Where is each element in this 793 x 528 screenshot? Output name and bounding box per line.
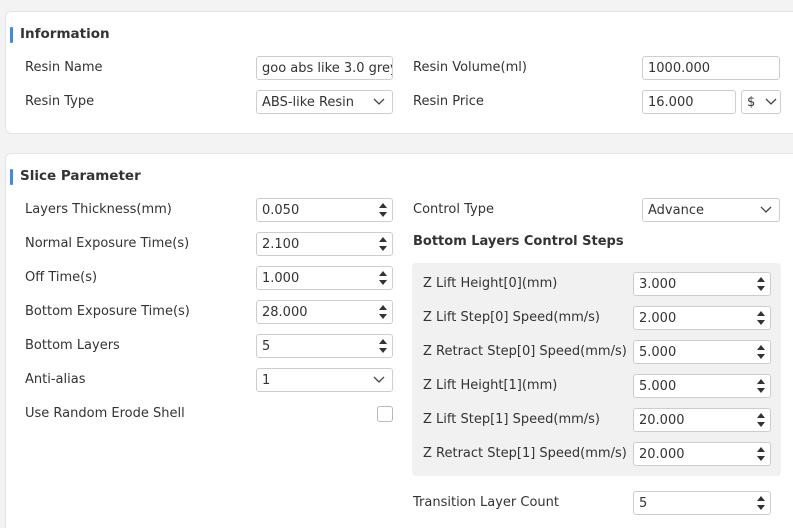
- slice-parameter-title: Slice Parameter: [10, 168, 141, 185]
- spin-arrows-icon[interactable]: [754, 409, 768, 431]
- bottom-layers-value: 5: [262, 338, 271, 354]
- resin-type-label: Resin Type: [25, 94, 95, 109]
- bottom-exposure-value: 28.000: [262, 304, 308, 320]
- step-spinbox[interactable]: 5.000: [633, 340, 771, 364]
- chevron-down-icon: [369, 369, 389, 391]
- normal-exposure-spinbox[interactable]: 2.100: [256, 232, 393, 256]
- anti-alias-label: Anti-alias: [25, 372, 86, 387]
- resin-volume-input[interactable]: 1000.000: [642, 56, 780, 80]
- anti-alias-select[interactable]: 1: [256, 368, 393, 392]
- spin-arrows-icon[interactable]: [754, 443, 768, 465]
- bottom-exposure-label: Bottom Exposure Time(s): [25, 304, 190, 319]
- resin-volume-label: Resin Volume(ml): [413, 60, 527, 75]
- control-type-label: Control Type: [413, 202, 494, 217]
- step-label: Z Retract Step[0] Speed(mm/s): [423, 344, 627, 359]
- step-value: 20.000: [639, 412, 685, 428]
- spin-arrows-icon[interactable]: [376, 301, 390, 323]
- spin-arrows-icon[interactable]: [376, 233, 390, 255]
- step-spinbox[interactable]: 2.000: [633, 306, 771, 330]
- step-label: Z Lift Height[0](mm): [423, 276, 558, 291]
- transition-layer-label: Transition Layer Count: [413, 495, 559, 510]
- step-label: Z Lift Height[1](mm): [423, 378, 558, 393]
- step-value: 5.000: [639, 344, 677, 360]
- spin-arrows-icon[interactable]: [754, 307, 768, 329]
- resin-volume-value: 1000.000: [648, 60, 711, 76]
- off-time-label: Off Time(s): [25, 270, 98, 285]
- chevron-down-icon: [764, 91, 778, 113]
- step-spinbox[interactable]: 3.000: [633, 272, 771, 296]
- normal-exposure-value: 2.100: [262, 236, 300, 252]
- spin-arrows-icon[interactable]: [376, 199, 390, 221]
- layers-thickness-label: Layers Thickness(mm): [25, 202, 172, 217]
- bottom-steps-title: Bottom Layers Control Steps: [413, 234, 624, 249]
- step-value: 20.000: [639, 446, 685, 462]
- bottom-layers-spinbox[interactable]: 5: [256, 334, 393, 358]
- step-value: 2.000: [639, 310, 677, 326]
- spin-arrows-icon[interactable]: [754, 273, 768, 295]
- resin-price-value: 16.000: [648, 94, 694, 110]
- chevron-down-icon: [756, 199, 776, 221]
- currency-value: $: [747, 94, 756, 110]
- resin-price-input[interactable]: 16.000: [642, 90, 736, 114]
- bottom-exposure-spinbox[interactable]: 28.000: [256, 300, 393, 324]
- transition-layer-spinbox[interactable]: 5: [633, 491, 771, 515]
- step-label: Z Lift Step[1] Speed(mm/s): [423, 412, 600, 427]
- step-spinbox[interactable]: 5.000: [633, 374, 771, 398]
- bottom-layers-label: Bottom Layers: [25, 338, 120, 353]
- step-spinbox[interactable]: 20.000: [633, 408, 771, 432]
- resin-price-label: Resin Price: [413, 94, 484, 109]
- step-label: Z Lift Step[0] Speed(mm/s): [423, 310, 600, 325]
- chevron-down-icon: [369, 91, 389, 113]
- currency-select[interactable]: $: [741, 90, 781, 114]
- step-value: 3.000: [639, 276, 677, 292]
- random-erode-label: Use Random Erode Shell: [25, 406, 185, 421]
- control-type-select[interactable]: Advance: [642, 198, 780, 222]
- step-label: Z Retract Step[1] Speed(mm/s): [423, 446, 627, 461]
- resin-name-label: Resin Name: [25, 60, 103, 75]
- anti-alias-value: 1: [262, 372, 271, 388]
- resin-type-value: ABS-like Resin: [262, 94, 355, 110]
- resin-type-select[interactable]: ABS-like Resin: [256, 90, 393, 114]
- spin-arrows-icon[interactable]: [754, 341, 768, 363]
- resin-name-input[interactable]: goo abs like 3.0 grey: [256, 56, 393, 80]
- information-title: Information: [10, 26, 110, 43]
- control-type-value: Advance: [648, 202, 704, 218]
- spin-arrows-icon[interactable]: [754, 492, 768, 514]
- step-value: 5.000: [639, 378, 677, 394]
- step-spinbox[interactable]: 20.000: [633, 442, 771, 466]
- resin-name-value: goo abs like 3.0 grey: [262, 60, 392, 76]
- spin-arrows-icon[interactable]: [376, 335, 390, 357]
- transition-layer-value: 5: [639, 495, 648, 511]
- spin-arrows-icon[interactable]: [376, 267, 390, 289]
- normal-exposure-label: Normal Exposure Time(s): [25, 236, 190, 251]
- layers-thickness-value: 0.050: [262, 202, 300, 218]
- layers-thickness-spinbox[interactable]: 0.050: [256, 198, 393, 222]
- spin-arrows-icon[interactable]: [754, 375, 768, 397]
- off-time-value: 1.000: [262, 270, 300, 286]
- off-time-spinbox[interactable]: 1.000: [256, 266, 393, 290]
- random-erode-checkbox[interactable]: [377, 406, 393, 422]
